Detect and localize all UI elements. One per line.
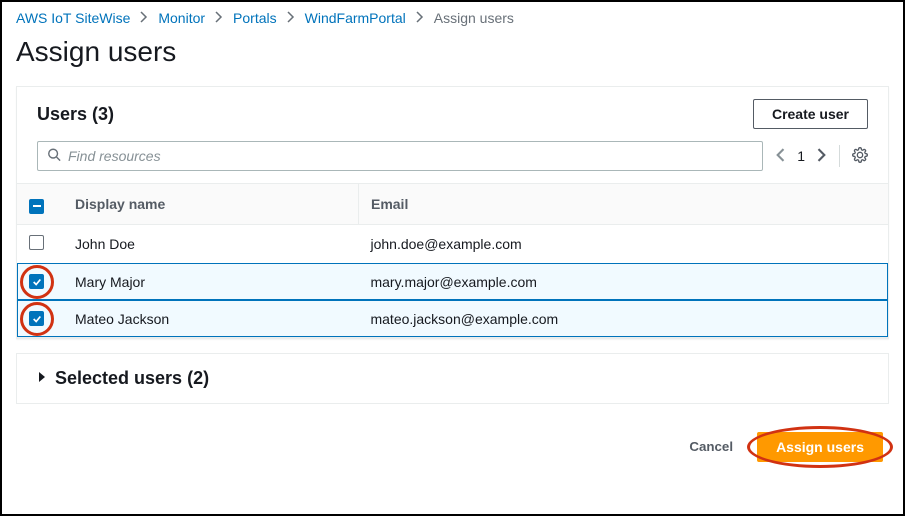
- search-icon: [47, 148, 61, 165]
- breadcrumb-link-monitor[interactable]: Monitor: [158, 10, 205, 26]
- table-row[interactable]: John Doe john.doe@example.com: [17, 224, 888, 263]
- chevron-right-icon: [215, 10, 223, 26]
- cancel-button[interactable]: Cancel: [671, 433, 751, 460]
- table-row[interactable]: Mary Major mary.major@example.com: [17, 263, 888, 300]
- page-next-button[interactable]: [817, 148, 827, 165]
- footer-actions: Cancel Assign users: [2, 404, 903, 462]
- users-panel: Users (3) Create user 1: [16, 86, 889, 339]
- search-input[interactable]: [37, 141, 763, 171]
- page-number: 1: [797, 148, 805, 164]
- cell-name: Mary Major: [63, 263, 358, 300]
- row-checkbox[interactable]: [29, 274, 44, 289]
- cell-email: mateo.jackson@example.com: [358, 300, 888, 337]
- assign-users-button[interactable]: Assign users: [757, 432, 883, 462]
- chevron-right-icon: [140, 10, 148, 26]
- users-table: Display name Email John Doe john.doe@exa…: [17, 183, 888, 338]
- gear-icon[interactable]: [852, 147, 868, 166]
- selected-users-panel: Selected users (2): [16, 353, 889, 404]
- breadcrumb-link-sitewise[interactable]: AWS IoT SiteWise: [16, 10, 130, 26]
- breadcrumb-link-portalname[interactable]: WindFarmPortal: [305, 10, 406, 26]
- divider: [839, 145, 840, 167]
- select-all-checkbox[interactable]: [29, 199, 44, 214]
- cell-name: John Doe: [63, 224, 358, 263]
- breadcrumb-link-portals[interactable]: Portals: [233, 10, 277, 26]
- row-checkbox[interactable]: [29, 311, 44, 326]
- page-prev-button[interactable]: [775, 148, 785, 165]
- chevron-right-icon: [287, 10, 295, 26]
- column-header-name[interactable]: Display name: [63, 184, 358, 225]
- selected-users-title: Selected users (2): [55, 368, 209, 389]
- selected-users-toggle[interactable]: Selected users (2): [17, 354, 888, 403]
- users-panel-title: Users (3): [37, 104, 114, 125]
- cell-email: mary.major@example.com: [358, 263, 888, 300]
- cell-email: john.doe@example.com: [358, 224, 888, 263]
- chevron-right-icon: [416, 10, 424, 26]
- breadcrumb: AWS IoT SiteWise Monitor Portals WindFar…: [2, 2, 903, 32]
- caret-right-icon: [37, 370, 47, 386]
- row-checkbox[interactable]: [29, 235, 44, 250]
- create-user-button[interactable]: Create user: [753, 99, 868, 129]
- breadcrumb-current: Assign users: [434, 10, 514, 26]
- table-row[interactable]: Mateo Jackson mateo.jackson@example.com: [17, 300, 888, 337]
- column-header-email[interactable]: Email: [358, 184, 888, 225]
- page-title: Assign users: [2, 32, 903, 86]
- cell-name: Mateo Jackson: [63, 300, 358, 337]
- pagination: 1: [775, 145, 868, 167]
